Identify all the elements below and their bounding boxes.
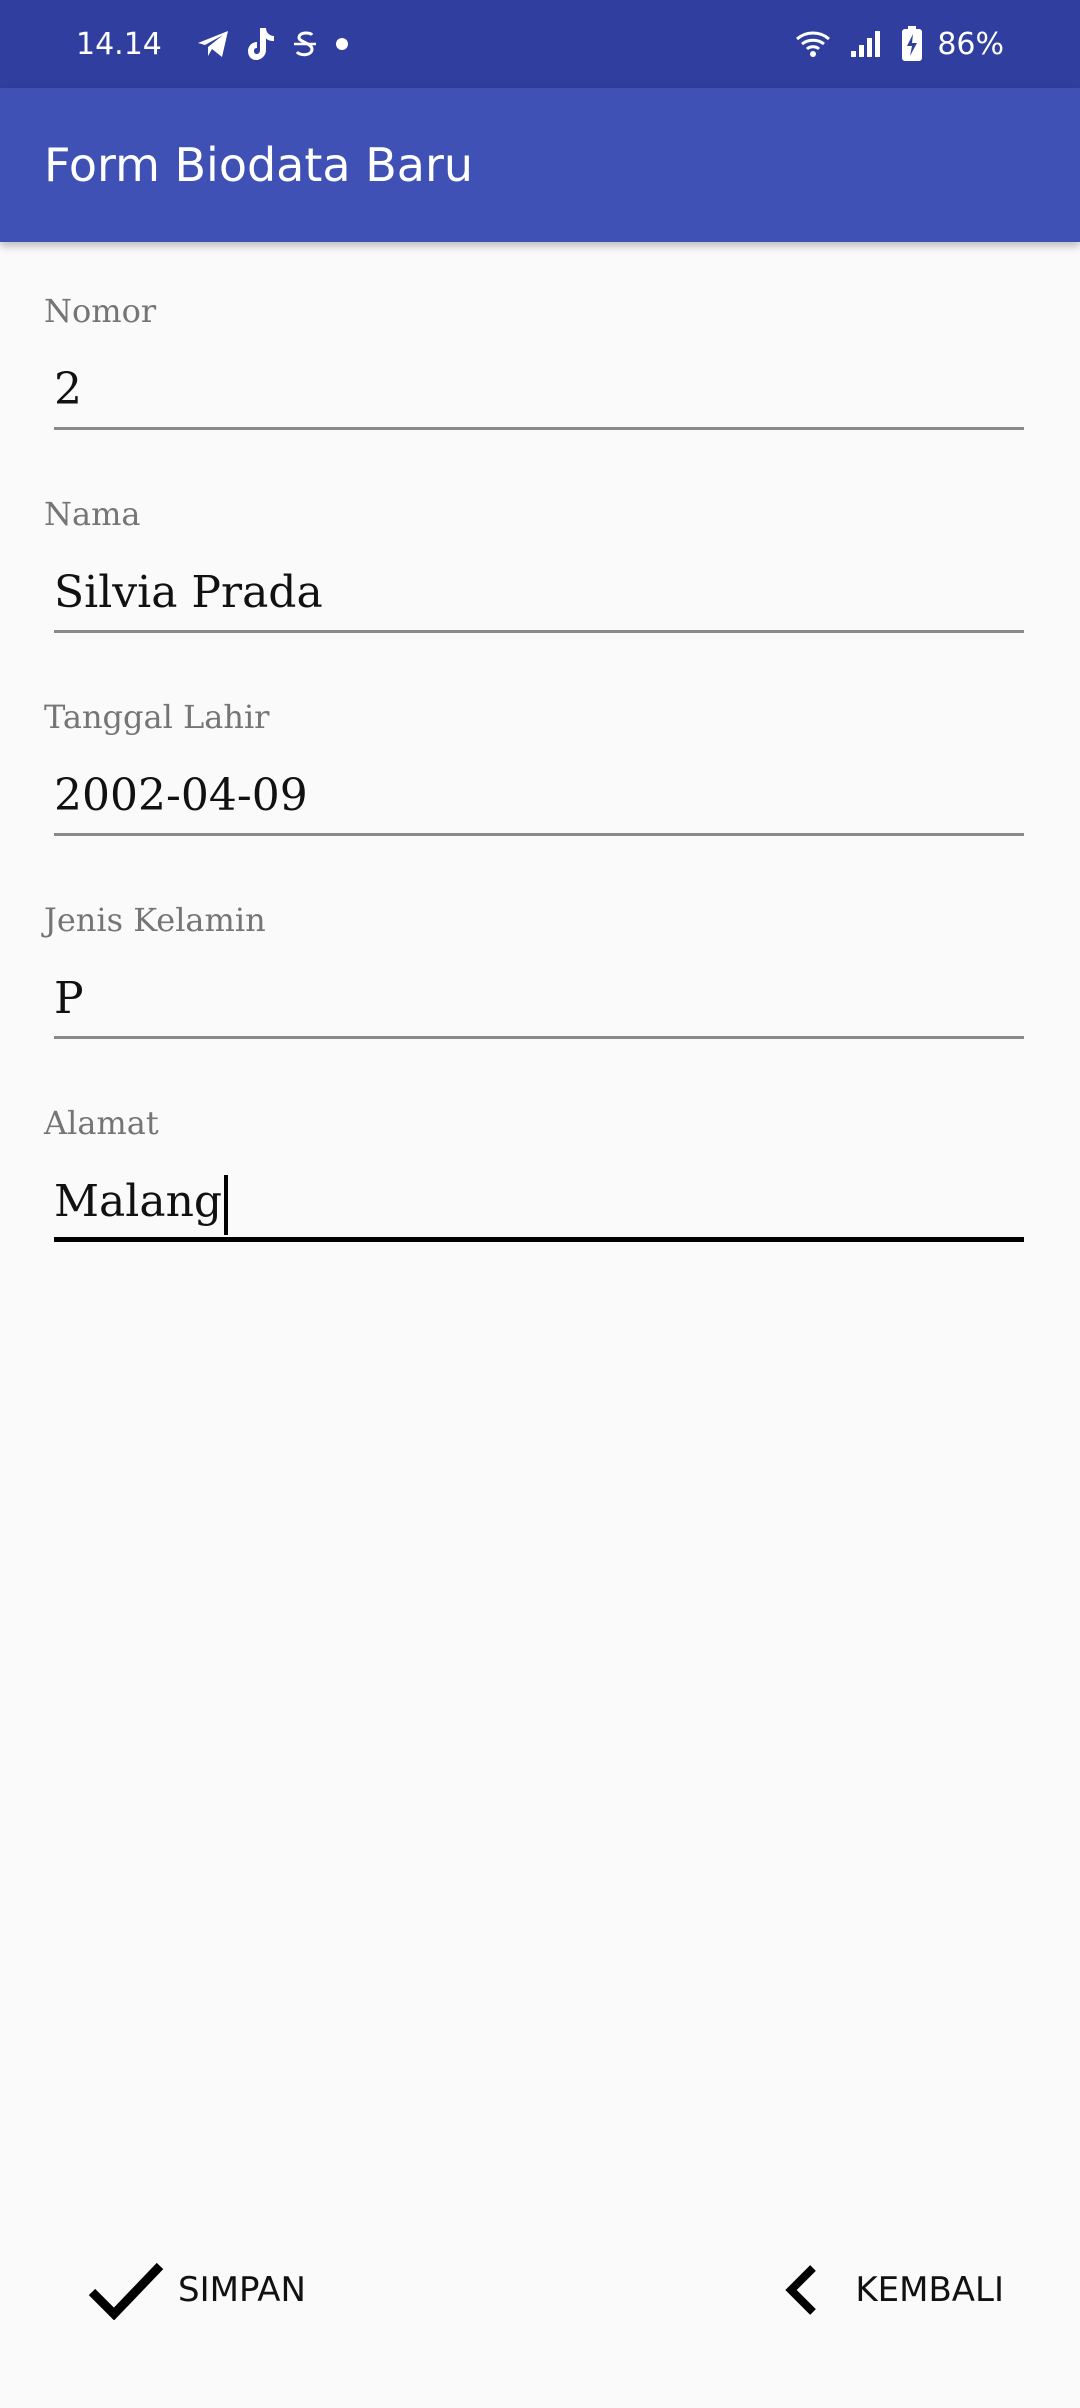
text-cursor — [224, 1174, 229, 1235]
save-button-label: SIMPAN — [178, 2270, 306, 2310]
nomor-input[interactable]: 2 — [54, 350, 1024, 430]
page-title: Form Biodata Baru — [44, 138, 474, 192]
signal-icon — [849, 29, 883, 59]
status-right: 86% — [795, 0, 1004, 88]
nama-label: Nama — [44, 495, 141, 533]
field-nomor: Nomor 2 — [0, 292, 1080, 492]
field-alamat: Alamat Malang — [0, 1104, 1080, 1304]
field-jenis-kelamin: Jenis Kelamin P — [0, 901, 1080, 1101]
s-icon — [292, 29, 318, 59]
tanggal-lahir-label: Tanggal Lahir — [44, 698, 270, 736]
battery-percentage: 86% — [937, 26, 1004, 62]
wifi-icon — [795, 29, 831, 59]
checkmark-icon — [88, 2260, 164, 2320]
status-left: 14.14 — [76, 0, 366, 88]
telegram-icon — [196, 29, 230, 59]
status-bar: 14.14 86% — [0, 0, 1080, 88]
back-button[interactable]: KEMBALI — [783, 2250, 1004, 2330]
save-button[interactable]: SIMPAN — [88, 2250, 306, 2330]
nomor-label: Nomor — [44, 292, 157, 330]
tanggal-lahir-input[interactable]: 2002-04-09 — [54, 756, 1024, 836]
alamat-label: Alamat — [44, 1104, 159, 1142]
alamat-value: Malang — [54, 1176, 223, 1227]
jenis-kelamin-input[interactable]: P — [54, 959, 1024, 1039]
field-nama: Nama Silvia Prada — [0, 495, 1080, 695]
alamat-input[interactable]: Malang — [54, 1162, 1024, 1242]
app-bar: Form Biodata Baru — [0, 88, 1080, 242]
battery-charging-icon — [901, 26, 923, 62]
status-time: 14.14 — [76, 26, 162, 62]
dot-icon — [334, 36, 350, 52]
jenis-kelamin-label: Jenis Kelamin — [44, 901, 266, 939]
tiktok-icon — [246, 26, 276, 62]
chevron-left-icon — [783, 2264, 819, 2316]
field-tanggal-lahir: Tanggal Lahir 2002-04-09 — [0, 698, 1080, 898]
nama-input[interactable]: Silvia Prada — [54, 553, 1024, 633]
back-button-label: KEMBALI — [855, 2270, 1004, 2310]
